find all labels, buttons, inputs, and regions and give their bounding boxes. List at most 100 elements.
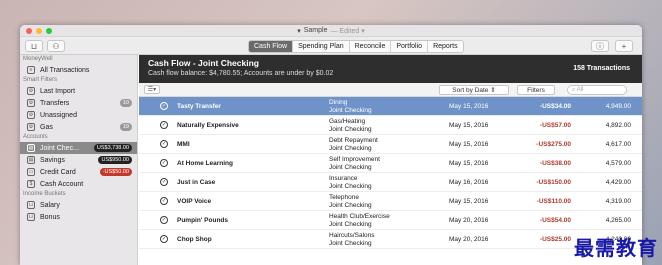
sidebar-heading-smart-filters: Smart Filters <box>23 77 58 83</box>
info-icon: ⓘ <box>596 41 604 51</box>
payee-cell: Just in Case <box>177 179 216 186</box>
sidebar-item-unassigned[interactable]: ⚙ Unassigned <box>20 109 137 121</box>
sidebar-item-label: Transfers <box>40 99 70 107</box>
cleared-checkmark-icon[interactable]: ✓ <box>160 159 168 167</box>
page-title: Cash Flow - Joint Checking <box>148 58 259 68</box>
category-cell: Haircuts/Salons Joint Checking <box>329 232 375 247</box>
date-cell: May 15, 2016 <box>449 160 489 167</box>
table-row[interactable]: ✓ MMI Debt Repayment Joint Checking May 15, … <box>139 135 642 154</box>
payee-cell: Naturally Expensive <box>177 122 239 129</box>
gear-icon: ⚙ <box>27 99 35 107</box>
count-badge: 10 <box>119 99 132 107</box>
sidebar-item-all-transactions[interactable]: ≡ All Transactions <box>20 64 137 76</box>
amount-cell: -US$38.00 <box>539 160 571 167</box>
tab-reports[interactable]: Reports <box>428 41 463 52</box>
cleared-checkmark-icon[interactable]: ✓ <box>160 102 168 110</box>
sidebar-item-label: Salary <box>40 201 60 209</box>
table-row[interactable]: ✓ Just in Case Insurance Joint Checking May … <box>139 173 642 192</box>
category-cell: Self Improvement Joint Checking <box>329 156 380 171</box>
category-label: Self Improvement <box>329 156 380 163</box>
category-cell: Health Club/Exercise Joint Checking <box>329 213 390 228</box>
sidebar-item-joint-checking[interactable]: ▤ Joint Chec... US$3,738.00 <box>20 142 137 154</box>
payee-cell: At Home Learning <box>177 160 233 167</box>
plus-icon: + <box>621 41 627 51</box>
amount-cell: -US$150.00 <box>536 179 571 186</box>
edited-indicator[interactable]: — Edited ▾ <box>330 27 364 35</box>
transaction-list: ✓ Tasty Transfer Dining Joint Checking May 1… <box>139 97 642 249</box>
cleared-checkmark-icon[interactable]: ✓ <box>160 178 168 186</box>
view-tabs: Cash Flow Spending Plan Reconcile Portfo… <box>248 40 464 53</box>
payee-cell: MMI <box>177 141 190 148</box>
bucket-icon: ⊔ <box>30 41 38 51</box>
gear-icon: ⚙ <box>27 123 35 131</box>
balance-cell: 4,892.00 <box>605 122 631 129</box>
search-input[interactable]: ⌕ All <box>567 85 627 95</box>
table-row[interactable]: ✓ VOIP Voice Telephone Joint Checking May 15… <box>139 192 642 211</box>
sidebar-item-cash-account[interactable]: $ Cash Account <box>20 178 137 190</box>
cleared-checkmark-icon[interactable]: ✓ <box>160 140 168 148</box>
category-label: Gas/Heating <box>329 118 366 125</box>
tab-spending-plan[interactable]: Spending Plan <box>293 41 350 52</box>
amount-cell: -US$110.00 <box>536 198 571 205</box>
people-button[interactable]: ⚇ <box>47 40 65 52</box>
window-title: Sample <box>303 27 328 34</box>
minimize-window-button[interactable] <box>36 28 42 34</box>
tab-reconcile[interactable]: Reconcile <box>349 41 392 52</box>
amount-cell: -US$57.00 <box>539 122 571 129</box>
sidebar-item-transfers[interactable]: ⚙ Transfers 10 <box>20 97 137 109</box>
list-options-button[interactable]: ☰▾ <box>144 85 160 94</box>
sidebar-item-label: Unassigned <box>40 111 77 119</box>
cleared-checkmark-icon[interactable]: ✓ <box>160 235 168 243</box>
balance-cell: 4,949.00 <box>605 103 631 110</box>
filter-bar: ☰▾ Sort by Date ⇕ Filters ⌕ All <box>139 83 642 97</box>
category-label: Health Club/Exercise <box>329 213 390 220</box>
table-row[interactable]: ✓ Pumpin' Pounds Health Club/Exercise Joint… <box>139 211 642 230</box>
account-label: Joint Checking <box>329 201 372 209</box>
add-button[interactable]: + <box>615 40 633 52</box>
table-row[interactable]: ✓ Naturally Expensive Gas/Heating Joint Che… <box>139 116 642 135</box>
sidebar-heading-moneywell: MoneyWell <box>23 56 53 62</box>
sort-dropdown[interactable]: Sort by Date ⇕ <box>439 85 509 95</box>
sort-label: Sort by Date <box>452 87 489 94</box>
category-cell: Gas/Heating Joint Checking <box>329 118 372 133</box>
zoom-window-button[interactable] <box>46 28 52 34</box>
bank-icon: ▤ <box>27 144 35 152</box>
tab-portfolio[interactable]: Portfolio <box>391 41 429 52</box>
table-row[interactable]: ✓ Chop Shop Haircuts/Salons Joint Checking M… <box>139 230 642 249</box>
sidebar-item-savings[interactable]: ▤ Savings US$950.00 <box>20 154 137 166</box>
account-label: Joint Checking <box>329 220 372 228</box>
sidebar-item-bonus[interactable]: ⊔ Bonus <box>20 211 137 223</box>
account-label: Joint Checking <box>329 182 372 190</box>
sidebar-toggle-button[interactable]: ⊔ <box>25 40 43 52</box>
date-cell: May 15, 2016 <box>449 103 489 110</box>
account-header: Cash Flow - Joint Checking Cash flow bal… <box>139 55 642 83</box>
sidebar-item-gas[interactable]: ⚙ Gas 19 <box>20 121 137 133</box>
balance-badge: -US$50.00 <box>99 168 132 176</box>
info-button[interactable]: ⓘ <box>591 40 609 52</box>
sidebar-item-salary[interactable]: ⊔ Salary <box>20 199 137 211</box>
category-cell: Dining Joint Checking <box>329 99 372 114</box>
sidebar-item-last-import[interactable]: ⚙ Last Import <box>20 85 137 97</box>
search-placeholder: All <box>576 87 584 93</box>
balance-summary: Cash flow balance: $4,780.55; Accounts a… <box>148 70 334 77</box>
tab-cash-flow[interactable]: Cash Flow <box>249 41 294 52</box>
cleared-checkmark-icon[interactable]: ✓ <box>160 121 168 129</box>
cleared-checkmark-icon[interactable]: ✓ <box>160 216 168 224</box>
table-row[interactable]: ✓ Tasty Transfer Dining Joint Checking May 1… <box>139 97 642 116</box>
sidebar-heading-accounts: Accounts <box>23 134 48 140</box>
category-cell: Insurance Joint Checking <box>329 175 372 190</box>
sidebar-item-label: Credit Card <box>40 168 76 176</box>
payee-cell: Tasty Transfer <box>177 103 221 110</box>
category-label: Insurance <box>329 175 358 182</box>
list-icon: ☰▾ <box>147 87 157 93</box>
table-row[interactable]: ✓ At Home Learning Self Improvement Joint C… <box>139 154 642 173</box>
filters-button[interactable]: Filters <box>517 85 555 95</box>
chevron-updown-icon: ⇕ <box>490 87 496 94</box>
bucket-icon: ⊔ <box>27 213 35 221</box>
close-window-button[interactable] <box>26 28 32 34</box>
account-label: Joint Checking <box>329 144 372 152</box>
sidebar-item-credit-card[interactable]: ▭ Credit Card -US$50.00 <box>20 166 137 178</box>
balance-badge: US$950.00 <box>98 156 132 164</box>
sidebar-heading-income-buckets: Income Buckets <box>23 191 66 197</box>
cleared-checkmark-icon[interactable]: ✓ <box>160 197 168 205</box>
